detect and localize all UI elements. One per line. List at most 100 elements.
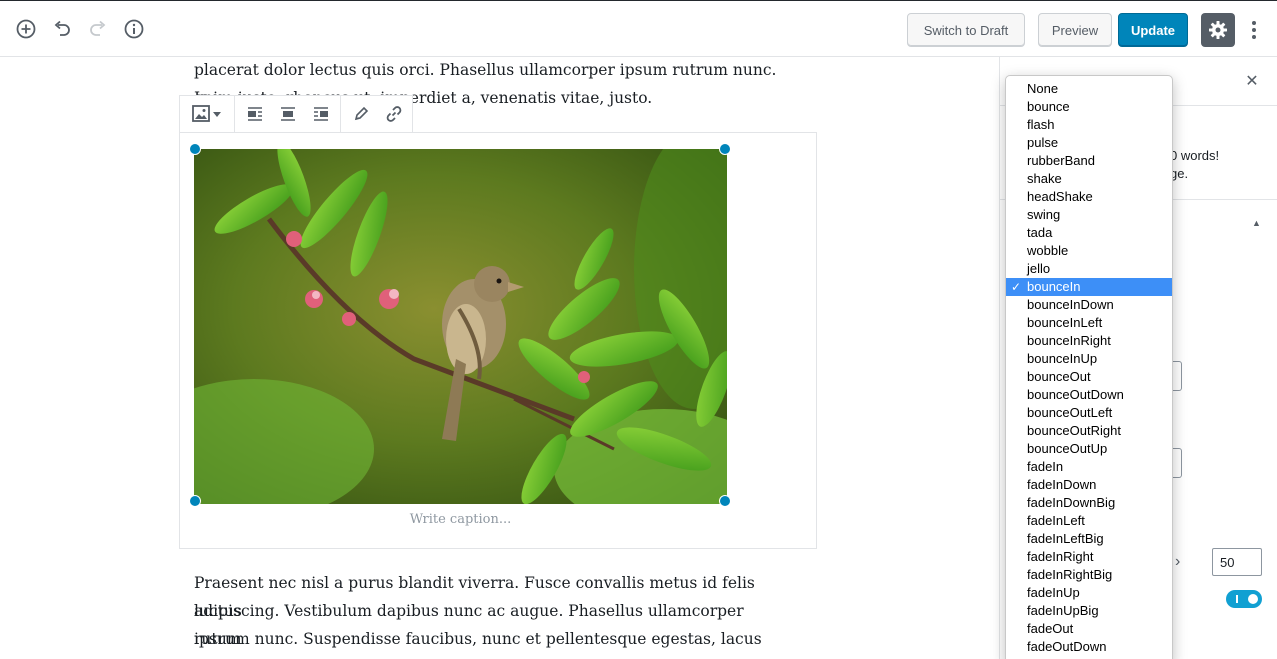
dropdown-option-label: headShake	[1027, 189, 1093, 204]
caret-up-icon[interactable]: ▲	[1252, 218, 1261, 228]
dropdown-option-label: shake	[1027, 171, 1062, 186]
dropdown-option-label: fadeInDownBig	[1027, 495, 1116, 510]
dropdown-option-label: bounce	[1027, 99, 1070, 114]
dropdown-option[interactable]: fadeInDownBig	[1006, 494, 1172, 512]
dropdown-option[interactable]: bounceOutDown	[1006, 386, 1172, 404]
dropdown-option-label: bounceInDown	[1027, 297, 1114, 312]
more-options-icon[interactable]	[1244, 15, 1264, 45]
dropdown-option[interactable]: fadeInUp	[1006, 584, 1172, 602]
dropdown-option[interactable]: fadeInDown	[1006, 476, 1172, 494]
preview-button[interactable]: Preview	[1038, 13, 1112, 47]
paragraph-line[interactable]: rutrum nunc. Suspendisse faucibus, nunc …	[194, 625, 794, 659]
notice-text: 0 words!	[1170, 148, 1220, 163]
dropdown-option-label: tada	[1027, 225, 1053, 240]
dropdown-option[interactable]: bounceOut	[1006, 368, 1172, 386]
chevron-right-icon[interactable]: ›	[1175, 553, 1180, 571]
pencil-icon[interactable]	[344, 96, 377, 132]
dropdown-option[interactable]: bounceInDown	[1006, 296, 1172, 314]
dropdown-option-label: bounceOutUp	[1027, 441, 1108, 456]
dropdown-option[interactable]: tada	[1006, 224, 1172, 242]
dropdown-option-label: bounceOutRight	[1027, 423, 1121, 438]
dropdown-option[interactable]: None	[1006, 80, 1172, 98]
dropdown-option-label: pulse	[1027, 135, 1059, 150]
select-field-edge[interactable]	[1172, 361, 1182, 391]
dropdown-option[interactable]: fadeInLeftBig	[1006, 530, 1172, 548]
resize-handle-top-left[interactable]	[189, 143, 201, 155]
info-icon[interactable]	[120, 15, 148, 43]
dropdown-option[interactable]: shake	[1006, 170, 1172, 188]
toggle-switch[interactable]	[1226, 590, 1262, 608]
dropdown-option-label: None	[1027, 81, 1059, 96]
dropdown-option[interactable]: bounceInRight	[1006, 332, 1172, 350]
dropdown-option-label: fadeInRight	[1027, 549, 1094, 564]
animation-dropdown[interactable]: None bounce flash pulse rubberBand shake headS…	[1005, 75, 1173, 659]
dropdown-option[interactable]: rubberBand	[1006, 152, 1172, 170]
gear-icon	[1209, 21, 1227, 39]
settings-button[interactable]	[1201, 13, 1235, 47]
dropdown-option[interactable]: bounceOutUp	[1006, 440, 1172, 458]
dropdown-option[interactable]: bounceInUp	[1006, 350, 1172, 368]
align-right-icon[interactable]	[304, 96, 337, 132]
switch-to-draft-button[interactable]: Switch to Draft	[907, 13, 1025, 47]
dropdown-option[interactable]: fadeInRight	[1006, 548, 1172, 566]
dropdown-option[interactable]: fadeInUpBig	[1006, 602, 1172, 620]
align-center-icon[interactable]	[271, 96, 304, 132]
dropdown-option[interactable]: fadeOutDown	[1006, 638, 1172, 656]
resize-handle-top-right[interactable]	[719, 143, 731, 155]
dropdown-option-label: swing	[1027, 207, 1061, 222]
dropdown-option[interactable]: headShake	[1006, 188, 1172, 206]
dropdown-option[interactable]: pulse	[1006, 134, 1172, 152]
image-icon	[192, 105, 221, 122]
dropdown-option-label: fadeInUp	[1027, 585, 1080, 600]
block-type-group	[180, 96, 235, 132]
dropdown-option[interactable]: jello	[1006, 260, 1172, 278]
number-input[interactable]: 50	[1212, 548, 1262, 576]
dropdown-option-label: fadeOut	[1027, 621, 1074, 636]
image-block[interactable]: Write caption...	[179, 132, 817, 549]
dropdown-option-label: bounceInRight	[1027, 333, 1111, 348]
dropdown-option-label: bounceOut	[1027, 369, 1091, 384]
block-toolbar	[179, 95, 413, 133]
dropdown-option[interactable]: ✓ bounceIn	[1006, 278, 1172, 296]
image-caption-input[interactable]: Write caption...	[194, 512, 727, 527]
resize-handle-bottom-right[interactable]	[719, 495, 731, 507]
dropdown-option[interactable]: bounceOutRight	[1006, 422, 1172, 440]
redo-icon[interactable]	[84, 15, 112, 43]
editor-header: Switch to Draft Preview Update	[0, 0, 1277, 57]
dropdown-option[interactable]: bounceInLeft	[1006, 314, 1172, 332]
dropdown-option[interactable]: wobble	[1006, 242, 1172, 260]
dropdown-option[interactable]: bounce	[1006, 98, 1172, 116]
dropdown-option-label: bounceOutDown	[1027, 387, 1124, 402]
dropdown-option[interactable]: fadeInRightBig	[1006, 566, 1172, 584]
dropdown-option-label: fadeInLeft	[1027, 513, 1085, 528]
undo-icon[interactable]	[48, 15, 76, 43]
bird-photo[interactable]	[194, 149, 727, 504]
dropdown-option-label: fadeInRightBig	[1027, 567, 1113, 582]
dropdown-option-label: fadeInUpBig	[1027, 603, 1099, 618]
dropdown-option-label: fadeInDown	[1027, 477, 1097, 492]
select-field-edge[interactable]	[1172, 448, 1182, 478]
dropdown-option[interactable]: swing	[1006, 206, 1172, 224]
dropdown-option[interactable]: fadeOut	[1006, 620, 1172, 638]
dropdown-option-label: bounceIn	[1027, 279, 1081, 294]
image-block-switcher[interactable]	[183, 96, 231, 132]
editor-canvas: placerat dolor lectus quis orci. Phasell…	[0, 57, 999, 659]
dropdown-option-label: bounceInUp	[1027, 351, 1098, 366]
dropdown-option-label: fadeIn	[1027, 459, 1064, 474]
dropdown-option[interactable]: flash	[1006, 116, 1172, 134]
checkmark-icon: ✓	[1011, 280, 1022, 294]
dropdown-option-label: jello	[1027, 261, 1051, 276]
resize-handle-bottom-left[interactable]	[189, 495, 201, 507]
dropdown-option[interactable]: bounceOutLeft	[1006, 404, 1172, 422]
link-icon[interactable]	[377, 96, 410, 132]
dropdown-option[interactable]: fadeInLeft	[1006, 512, 1172, 530]
dropdown-option[interactable]: fadeIn	[1006, 458, 1172, 476]
update-button[interactable]: Update	[1118, 13, 1188, 47]
add-block-icon[interactable]	[12, 15, 40, 43]
dropdown-option-label: fadeOutDown	[1027, 639, 1107, 654]
dropdown-option-label: flash	[1027, 117, 1055, 132]
align-left-icon[interactable]	[238, 96, 271, 132]
edit-group	[341, 96, 413, 132]
close-icon[interactable]: ✕	[1242, 71, 1262, 91]
dropdown-option-label: rubberBand	[1027, 153, 1095, 168]
